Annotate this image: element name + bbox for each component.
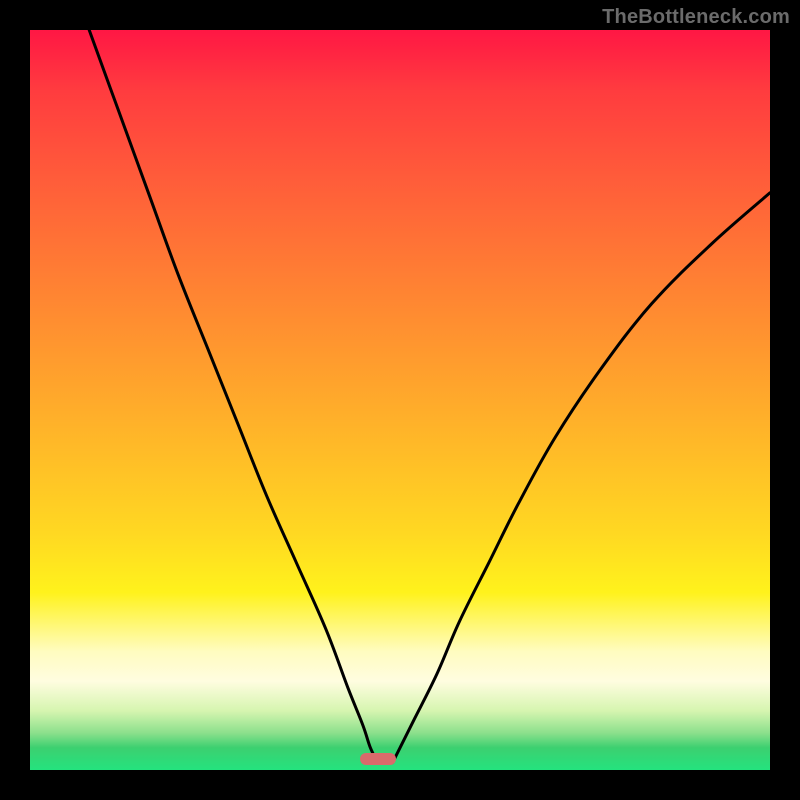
chart-stage: TheBottleneck.com (0, 0, 800, 800)
right-branch-curve (393, 193, 770, 763)
optimum-marker (360, 753, 396, 765)
watermark-text: TheBottleneck.com (602, 6, 790, 29)
curve-layer (30, 30, 770, 770)
left-branch-curve (89, 30, 378, 763)
plot-area (30, 30, 770, 770)
